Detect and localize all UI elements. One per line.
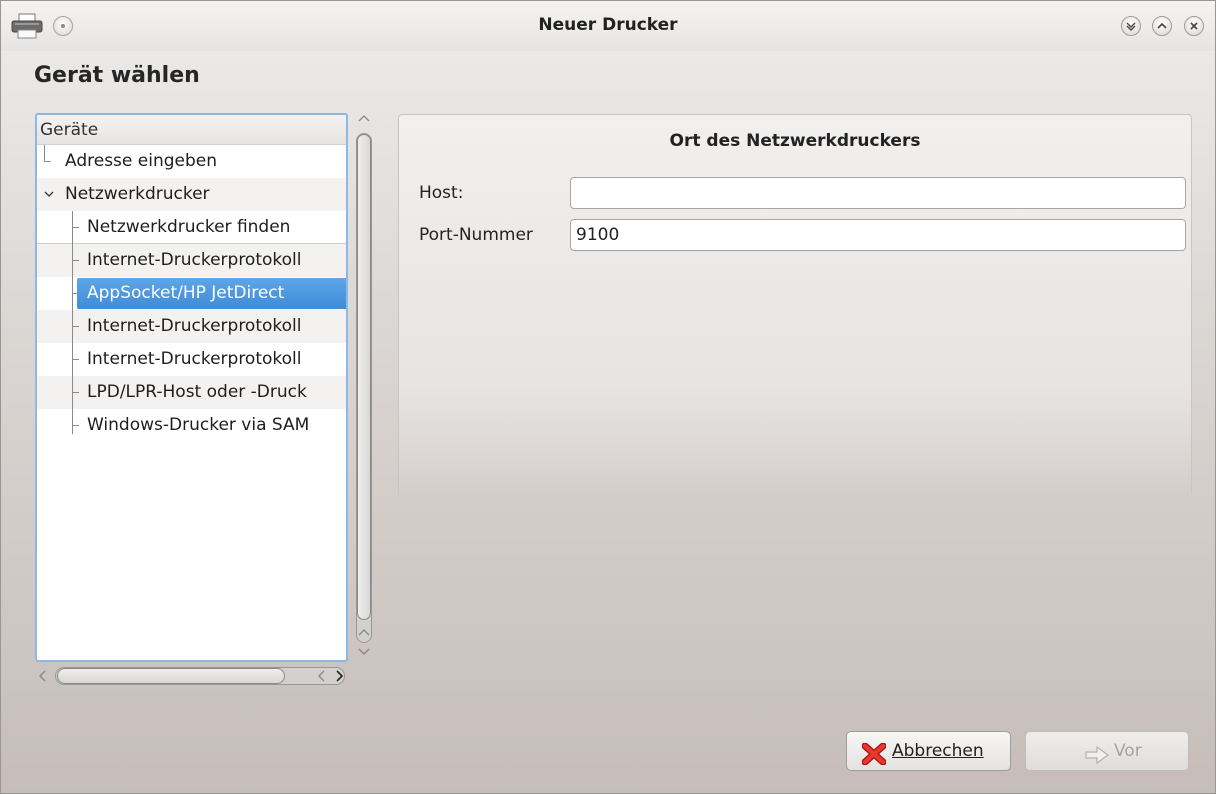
tree-item-internet-druckerprotokoll[interactable]: Internet-Druckerprotokoll — [37, 343, 346, 376]
tree-item-label: AppSocket/HP JetDirect — [87, 283, 285, 303]
tree-branch-line — [72, 227, 79, 228]
host-label: Host: — [419, 183, 464, 203]
scrollbar-thumb[interactable] — [57, 668, 285, 684]
page-heading: Gerät wählen — [34, 63, 200, 88]
cancel-x-icon — [861, 741, 887, 779]
tree-item-lpd-lpr-host[interactable]: LPD/LPR-Host oder -Druck — [37, 376, 346, 409]
tree-item-netzwerkdrucker-finden[interactable]: Netzwerkdrucker finden — [37, 211, 346, 244]
tree-item-windows-drucker-samba[interactable]: Windows-Drucker via SAM — [37, 409, 346, 442]
tree-item-adresse-eingeben[interactable]: Adresse eingeben — [37, 145, 346, 178]
tree-vertical-scrollbar[interactable] — [353, 113, 375, 662]
title-bar[interactable]: Neuer Drucker — [1, 1, 1215, 51]
tree-branch-line — [72, 293, 79, 294]
minimize-icon[interactable] — [1121, 16, 1141, 36]
arrow-right-icon — [1084, 741, 1110, 779]
cancel-button-label: Abbrechen — [892, 741, 984, 761]
tree-item-label: Windows-Drucker via SAM — [87, 415, 310, 435]
tree-item-label: Netzwerkdrucker — [65, 184, 210, 204]
tree-item-label: Internet-Druckerprotokoll — [87, 250, 302, 270]
tree-item-internet-druckerprotokoll[interactable]: Internet-Druckerprotokoll — [37, 244, 346, 277]
network-printer-location-group: Ort des Netzwerkdruckers Host: Port-Numm… — [398, 114, 1192, 494]
tree-item-internet-druckerprotokoll[interactable]: Internet-Druckerprotokoll — [37, 310, 346, 343]
close-icon[interactable] — [1184, 16, 1204, 36]
next-button-label: Vor — [1114, 741, 1142, 761]
tree-branch-line — [72, 211, 73, 434]
tree-item-label: Internet-Druckerprotokoll — [87, 316, 302, 336]
tree-horizontal-scrollbar[interactable] — [35, 664, 351, 688]
scrollbar-thumb[interactable] — [357, 134, 371, 620]
tree-item-label: Internet-Druckerprotokoll — [87, 349, 302, 369]
dialog-window: Neuer Drucker Gerät wählen Geräte Adress… — [0, 0, 1216, 794]
scroll-left-icon[interactable] — [316, 670, 326, 685]
scroll-right-icon[interactable] — [335, 670, 345, 685]
tree-column-header[interactable]: Geräte — [37, 115, 346, 145]
tree-branch-line — [72, 359, 79, 360]
tree-branch-line — [72, 392, 79, 393]
port-field[interactable] — [570, 219, 1186, 251]
scroll-up-icon[interactable] — [358, 113, 370, 126]
tree-item-label: Netzwerkdrucker finden — [87, 217, 291, 237]
scroll-up-icon[interactable] — [358, 627, 370, 640]
tree-branch-line — [72, 425, 79, 426]
tree-item-appsocket-hp-jetdirect[interactable]: AppSocket/HP JetDirect — [37, 277, 346, 310]
group-title: Ort des Netzwerkdruckers — [669, 131, 921, 151]
host-field[interactable] — [570, 177, 1186, 209]
window-title: Neuer Drucker — [538, 15, 678, 35]
device-tree[interactable]: Geräte Adresse eingeben Netzwerkdrucker … — [35, 113, 348, 662]
tree-item-label: Adresse eingeben — [65, 151, 218, 171]
port-label: Port-Nummer — [419, 225, 533, 245]
cancel-button[interactable]: Abbrechen — [846, 731, 1011, 771]
scroll-down-icon[interactable] — [358, 647, 370, 660]
maximize-icon[interactable] — [1152, 16, 1172, 36]
tree-branch-line — [72, 326, 79, 327]
next-button[interactable]: Vor — [1025, 731, 1189, 771]
scroll-left-icon[interactable] — [37, 670, 47, 685]
tree-item-label: LPD/LPR-Host oder -Druck — [87, 382, 307, 402]
tree-item-netzwerkdrucker[interactable]: Netzwerkdrucker — [37, 178, 346, 211]
tree-branch-line — [72, 260, 79, 261]
